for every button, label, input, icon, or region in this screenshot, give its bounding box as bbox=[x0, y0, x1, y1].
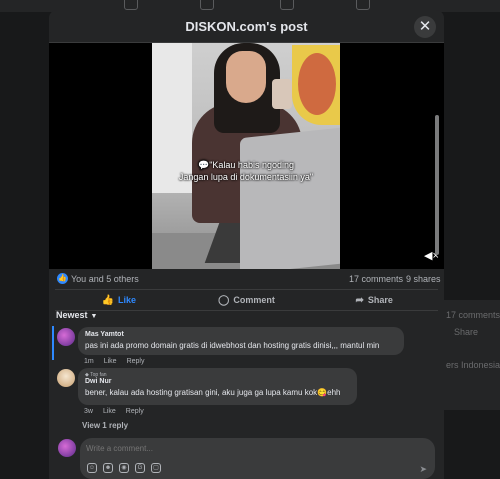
comment-time[interactable]: 1m bbox=[84, 358, 94, 365]
comment-highlight-bar bbox=[52, 326, 54, 360]
sort-label: Newest bbox=[56, 310, 88, 320]
groups-icon bbox=[356, 0, 370, 10]
camera-icon[interactable]: ◉ bbox=[119, 463, 129, 473]
share-label: Share bbox=[367, 295, 393, 305]
video-scene-fan-grill bbox=[298, 53, 336, 115]
video-scene-laptop bbox=[240, 127, 340, 269]
comment-author[interactable]: Dwi Nur bbox=[85, 378, 350, 385]
video-caption: 💬"Kalau habis ngoding Jangan lupa di dok… bbox=[152, 159, 340, 183]
avatar-sticker-icon[interactable]: ☺ bbox=[87, 463, 97, 473]
comment-bubble: Mas Yamtot pas ini ada promo domain grat… bbox=[78, 327, 404, 355]
avatar-mas-yamtot[interactable] bbox=[57, 328, 75, 346]
reactions-summary[interactable]: You and 5 others bbox=[71, 274, 139, 284]
like-label: Like bbox=[118, 295, 137, 305]
comment-button[interactable]: ◯ Comment bbox=[183, 290, 311, 310]
shares-count[interactable]: 9 shares bbox=[406, 274, 441, 284]
post-modal: DISKON.com's post ✕ 💬"Kalau habis ngodin… bbox=[49, 10, 444, 479]
comment-label: Comment bbox=[233, 295, 275, 305]
sticker-icon[interactable]: ▢ bbox=[151, 463, 161, 473]
video-icon bbox=[200, 0, 214, 10]
marketplace-icon bbox=[280, 0, 294, 10]
current-user-avatar[interactable] bbox=[58, 439, 76, 457]
comment-bubble-icon: ◯ bbox=[218, 294, 230, 306]
thumbs-up-icon: 👍 bbox=[101, 294, 115, 306]
modal-header: DISKON.com's post ✕ bbox=[49, 10, 444, 43]
avatar-dwi-nur[interactable] bbox=[57, 369, 75, 387]
video-caption-line-2: Jangan lupa di dokumentasiin ya" bbox=[178, 172, 314, 182]
post-stats: 👍 You and 5 others 17 comments 9 shares bbox=[49, 271, 444, 287]
gif-icon[interactable]: G bbox=[135, 463, 145, 473]
video-caption-line-1: 💬"Kalau habis ngoding bbox=[198, 160, 294, 170]
video-frame[interactable]: 💬"Kalau habis ngoding Jangan lupa di dok… bbox=[152, 43, 340, 269]
background-group-name: ers Indonesia bbox=[446, 360, 500, 370]
chevron-down-icon: ▼ bbox=[90, 313, 98, 320]
comment-sort-dropdown[interactable]: Newest ▼ bbox=[56, 310, 97, 320]
comment-time[interactable]: 3w bbox=[84, 408, 93, 415]
comment-reply-link[interactable]: Reply bbox=[127, 358, 145, 365]
video-scene-person-face bbox=[226, 51, 266, 103]
video-scene-phone bbox=[272, 79, 292, 109]
comment-input[interactable] bbox=[86, 444, 336, 453]
like-reaction-icon: 👍 bbox=[57, 273, 68, 284]
modal-scrollbar[interactable] bbox=[435, 115, 439, 255]
like-button[interactable]: 👍 Like bbox=[55, 290, 183, 310]
close-button[interactable]: ✕ bbox=[414, 16, 436, 38]
comment-reply-link[interactable]: Reply bbox=[126, 408, 144, 415]
comment-like-link[interactable]: Like bbox=[103, 408, 116, 415]
comment-author[interactable]: Mas Yamtot bbox=[85, 331, 397, 338]
comments-count[interactable]: 17 comments bbox=[349, 274, 403, 284]
background-comments-count: 17 comments bbox=[446, 310, 500, 320]
video-player[interactable]: 💬"Kalau habis ngoding Jangan lupa di dok… bbox=[49, 43, 444, 269]
share-arrow-icon: ➦ bbox=[355, 294, 364, 306]
background-share: Share bbox=[454, 327, 479, 337]
composer-toolbar: ☺ ☻ ◉ G ▢ bbox=[87, 463, 161, 473]
share-button[interactable]: ➦ Share bbox=[310, 290, 438, 310]
view-replies-link[interactable]: View 1 reply bbox=[82, 421, 128, 430]
comment-composer[interactable]: ☺ ☻ ◉ G ▢ ➤ bbox=[80, 438, 435, 479]
comment-meta: 1m Like Reply bbox=[84, 358, 144, 365]
comment-bubble: ◆ Top fan Dwi Nur bener, kalau ada hosti… bbox=[78, 368, 357, 405]
home-icon bbox=[124, 0, 138, 10]
emoji-icon[interactable]: ☻ bbox=[103, 463, 113, 473]
modal-title: DISKON.com's post bbox=[185, 18, 308, 34]
send-icon[interactable]: ➤ bbox=[419, 464, 427, 475]
close-icon: ✕ bbox=[418, 18, 432, 35]
comment-text: pas ini ada promo domain gratis di idweb… bbox=[85, 341, 380, 350]
post-actions: 👍 Like ◯ Comment ➦ Share bbox=[55, 289, 438, 311]
comment-meta: 3w Like Reply bbox=[84, 408, 144, 415]
comment-like-link[interactable]: Like bbox=[104, 358, 117, 365]
comment-text: bener, kalau ada hosting gratisan gini, … bbox=[85, 388, 341, 397]
